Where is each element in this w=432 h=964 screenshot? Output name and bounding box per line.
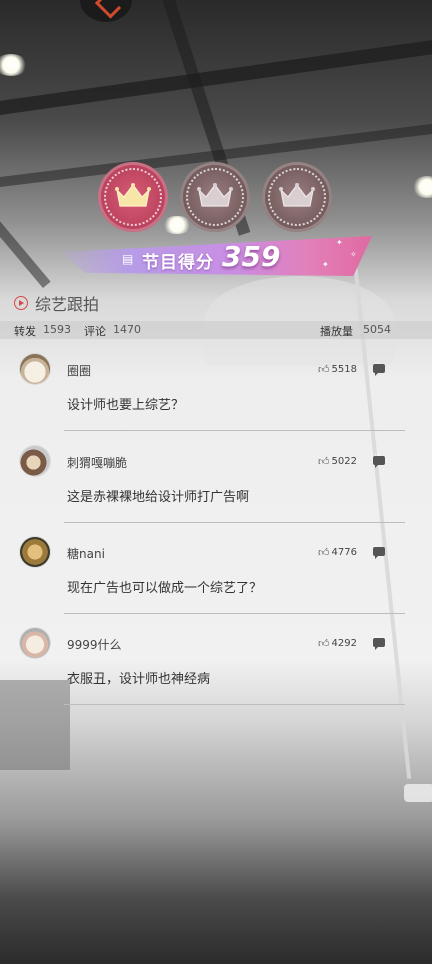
comment-bubble-icon[interactable] [373, 542, 385, 559]
clapperboard-icon: ▤ [122, 252, 134, 266]
thumbs-up-icon: 👍︎ [318, 363, 330, 376]
comment-username[interactable]: 圈圈 [67, 362, 91, 379]
like-count: 5518 [331, 364, 357, 375]
ceiling-lamp [0, 54, 28, 76]
section-header[interactable]: 综艺跟拍 [14, 292, 99, 314]
ceiling-beam [0, 36, 432, 118]
comment-item: 9999什么 👍︎4292 衣服丑，设计师也神经病 [0, 628, 432, 718]
divider [64, 613, 405, 614]
comment-label[interactable]: 评论 [84, 323, 106, 339]
light-stand-foot [404, 784, 432, 802]
like-button[interactable]: 👍︎ 5518 [318, 363, 357, 376]
like-count: 4776 [331, 547, 357, 558]
section-title: 综艺跟拍 [35, 295, 100, 314]
divider [64, 522, 405, 523]
ceiling-beam [0, 181, 51, 289]
score-value: 359 [222, 240, 281, 273]
score-label: 节目得分 [142, 253, 214, 273]
comment-username[interactable]: 9999什么 [67, 636, 122, 653]
like-button[interactable]: 👍︎ 4776 [318, 546, 357, 559]
like-button[interactable]: 👍︎ 4292 [318, 637, 357, 650]
comment-username[interactable]: 刺猬嘎嘣脆 [67, 454, 127, 471]
comment-username[interactable]: 糖nani [67, 545, 105, 562]
like-button[interactable]: 👍︎ 5022 [318, 455, 357, 468]
comment-count: 1470 [113, 323, 141, 336]
channel-logo-icon[interactable] [80, 0, 132, 22]
avatar[interactable] [20, 354, 50, 384]
comment-item: 糖nani 👍︎4776 现在广告也可以做成一个综艺了？ [0, 537, 432, 627]
divider [64, 704, 405, 705]
comment-text: 现在广告也可以做成一个综艺了？ [67, 581, 263, 596]
sparkle-icon: ✧ [350, 250, 357, 259]
crown-icon-empty [262, 162, 332, 232]
ceiling-lamp [412, 176, 432, 198]
comment-item: 刺猬嘎嘣脆 👍︎5022 这是赤裸裸地给设计师打广告啊 [0, 446, 432, 536]
comment-item: 圈圈 👍︎5518 设计师也要上综艺？ [0, 354, 432, 444]
avatar[interactable] [20, 446, 50, 476]
like-count: 4292 [331, 638, 357, 649]
crown-icon-empty [180, 162, 250, 232]
stats-bar: 转发 1593 评论 1470 播放量 5054 [0, 321, 432, 339]
comment-text: 设计师也要上综艺？ [67, 398, 185, 413]
avatar[interactable] [20, 628, 50, 658]
play-count: 5054 [363, 323, 391, 336]
banner-background [60, 236, 372, 276]
play-label: 播放量 [320, 325, 353, 338]
thumbs-up-icon: 👍︎ [318, 637, 330, 650]
comment-text: 衣服丑，设计师也神经病 [67, 672, 211, 687]
avatar[interactable] [20, 537, 50, 567]
thumbs-up-icon: 👍︎ [318, 546, 330, 559]
thumbs-up-icon: 👍︎ [318, 455, 330, 468]
like-count: 5022 [331, 456, 357, 467]
divider [64, 430, 405, 431]
sparkle-icon: ✦ [336, 238, 343, 247]
comment-bubble-icon[interactable] [373, 359, 385, 376]
score-banner: ✦ ✧ ✦ ▤ 节目得分 359 [60, 236, 372, 276]
sparkle-icon: ✦ [322, 260, 329, 269]
comment-text: 这是赤裸裸地给设计师打广告啊 [67, 490, 250, 505]
crown-rating [98, 162, 334, 234]
comment-bubble-icon[interactable] [373, 633, 385, 650]
crown-icon-filled [98, 162, 168, 232]
comment-bubble-icon[interactable] [373, 451, 385, 468]
forward-count: 1593 [43, 323, 71, 336]
play-circle-icon [14, 296, 28, 310]
forward-label[interactable]: 转发 [14, 323, 36, 339]
